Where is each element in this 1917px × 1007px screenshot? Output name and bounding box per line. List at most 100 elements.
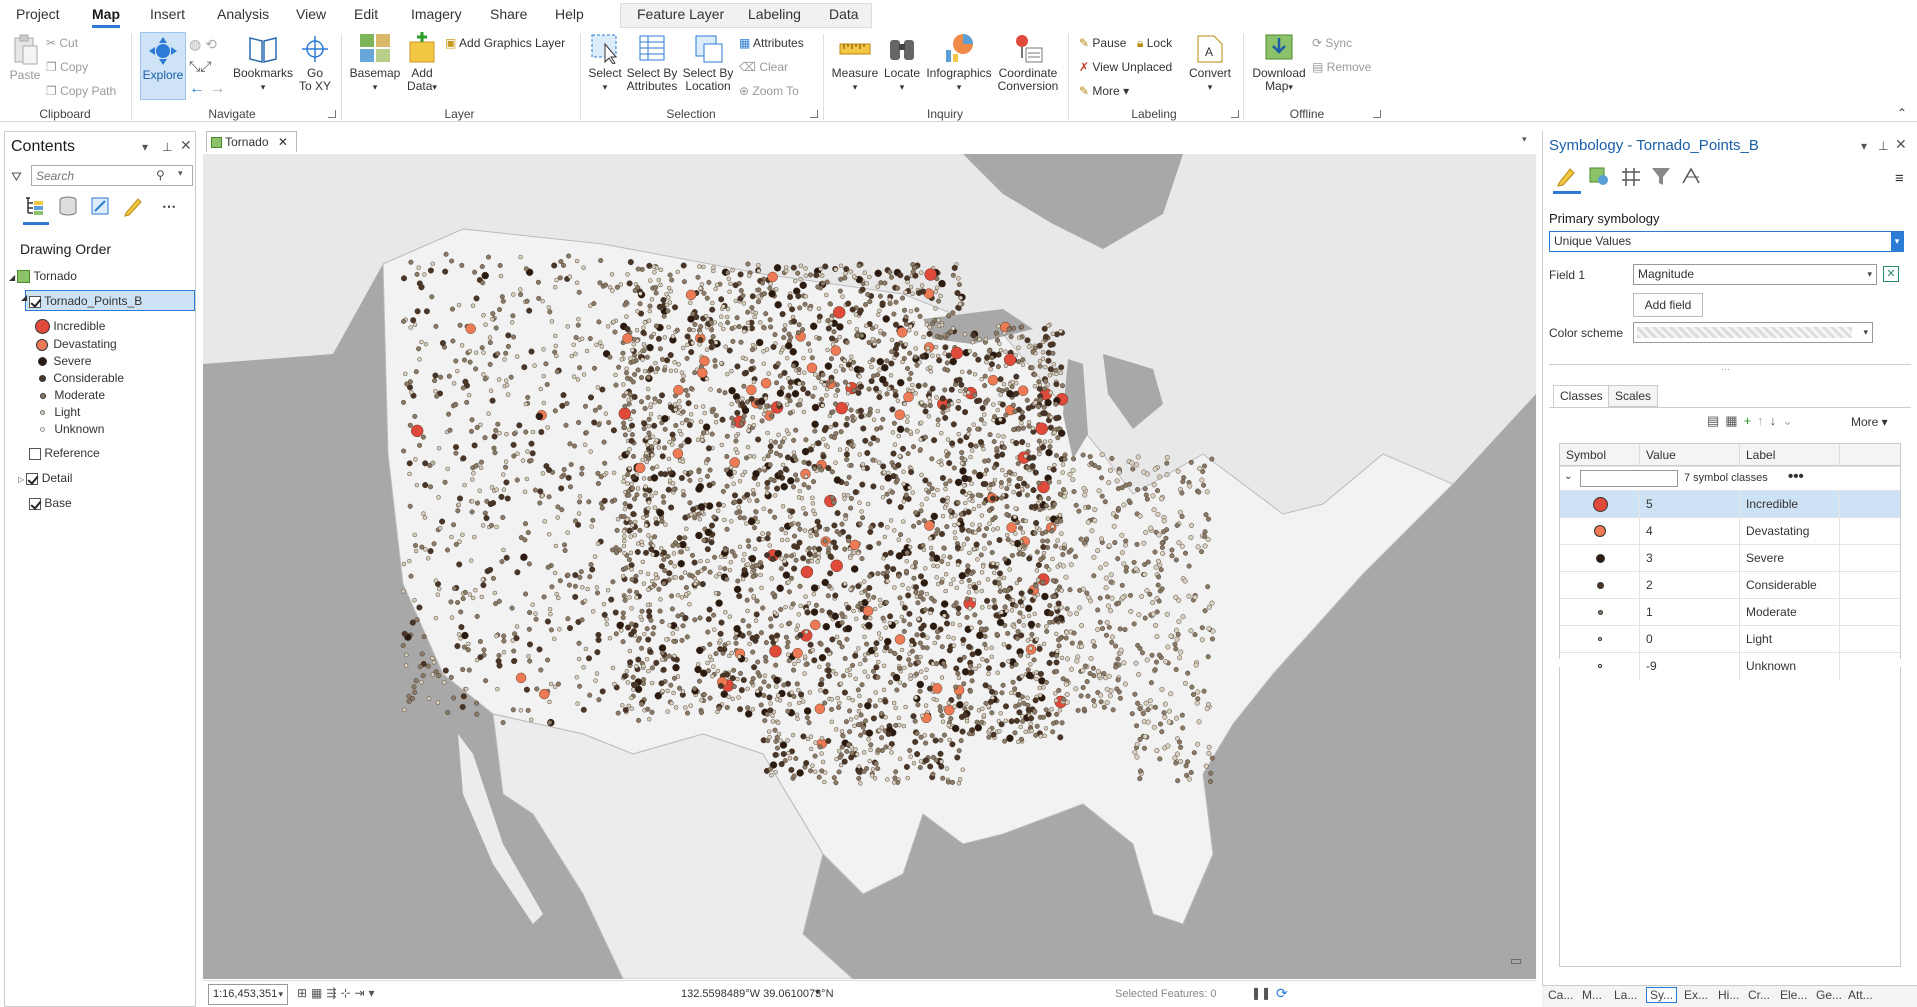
tab-map[interactable]: Map [92, 6, 120, 28]
group-row[interactable]: ⌄ 7 symbol classes ••• [1560, 466, 1900, 490]
vary-symbology-icon[interactable] [1587, 165, 1611, 187]
pause-drawing-icon[interactable]: ❚❚ [1251, 986, 1271, 1000]
tab-elevation[interactable]: Ele... [1780, 988, 1807, 1002]
value-cell[interactable]: 1 [1640, 599, 1740, 626]
symbol-cell[interactable] [1560, 572, 1640, 599]
label-cell[interactable]: Devastating [1740, 518, 1840, 545]
symbol-cell[interactable] [1560, 626, 1640, 653]
tab-modelbuilder[interactable]: M... [1582, 988, 1602, 1002]
add-data-button[interactable]: Add Data▾ [404, 32, 440, 94]
tab-imagery[interactable]: Imagery [411, 6, 462, 22]
class-symbol[interactable] [1594, 525, 1606, 537]
add-graphics-layer-button[interactable]: ▣ Add Graphics Layer [445, 36, 565, 50]
menu-icon[interactable]: ≡ [1895, 170, 1904, 187]
group-options-icon[interactable]: ••• [1788, 468, 1804, 485]
scale-dropdown[interactable]: 1:16,453,351 ▾ [208, 984, 288, 1005]
class-symbol[interactable] [1597, 609, 1603, 615]
search-options-icon[interactable]: ▾ [178, 168, 183, 179]
class-row[interactable]: 1 Moderate [1560, 598, 1900, 626]
label-cell[interactable]: Severe [1740, 545, 1840, 572]
navigate-launcher-icon[interactable] [328, 110, 336, 118]
map-tab[interactable]: Tornado ✕ [206, 131, 297, 152]
primary-symbology-dropdown[interactable]: Unique Values ▾ [1549, 231, 1904, 252]
color-scheme-dropdown[interactable]: ▾ [1633, 322, 1873, 343]
label-cell[interactable]: Considerable [1740, 572, 1840, 599]
pause-labeling-button[interactable]: ✎ Pause [1079, 36, 1126, 50]
download-map-button[interactable]: Download Map▾ [1250, 32, 1308, 94]
splitter-handle[interactable]: ⋯ [1721, 364, 1730, 375]
close-icon[interactable]: ✕ [180, 137, 192, 154]
remove-button[interactable]: ▤ Remove [1312, 60, 1371, 74]
offline-launcher-icon[interactable] [1373, 110, 1381, 118]
explore-button[interactable]: Explore [140, 32, 186, 100]
value-cell[interactable]: 5 [1640, 491, 1740, 518]
symbol-layer-drawing-icon[interactable] [1619, 165, 1643, 187]
infographics-button[interactable]: Infographics ▾ [925, 32, 993, 94]
copy-path-button[interactable]: ❐ Copy Path [46, 84, 116, 98]
group-heading-input[interactable] [1580, 470, 1678, 487]
tab-symbology[interactable]: Sy... [1646, 987, 1678, 1003]
basemap-button[interactable]: Basemap ▾ [349, 32, 401, 94]
tab-data[interactable]: Data [829, 6, 859, 22]
label-cell[interactable]: Moderate [1740, 599, 1840, 626]
label-cell[interactable]: Incredible [1740, 491, 1840, 518]
coordinate-conversion-button[interactable]: Coordinate Conversion [996, 32, 1060, 93]
more-options-icon[interactable]: ⋯ [162, 198, 176, 215]
layer-reference[interactable]: Reference [29, 446, 100, 460]
collapse-group-icon[interactable]: ⌄ [1564, 471, 1572, 482]
more-button[interactable]: More ▾ [1851, 415, 1888, 429]
label-cell[interactable]: Light [1740, 626, 1840, 653]
search-icon[interactable]: ⚲ [156, 168, 165, 182]
sql-expression-icon[interactable]: ✕ [1883, 266, 1899, 282]
coordinate-format-icon[interactable]: ▾ [815, 987, 820, 998]
tab-share[interactable]: Share [490, 6, 527, 22]
selection-view-icon[interactable] [89, 195, 111, 217]
class-row[interactable]: 4 Devastating [1560, 517, 1900, 545]
value-cell[interactable]: 3 [1640, 545, 1740, 572]
convert-button[interactable]: A Convert ▾ [1186, 32, 1234, 94]
select-by-location-button[interactable]: Select By Location [682, 32, 734, 93]
paste-button[interactable]: Paste [8, 34, 42, 82]
filter-icon[interactable]: ⛛ [11, 169, 22, 185]
layer-detail[interactable]: ▷ Detail [18, 471, 72, 485]
class-row[interactable]: 0 Light [1560, 625, 1900, 653]
pane-options-icon[interactable]: ▾ [142, 140, 148, 154]
filter-icon[interactable] [1649, 165, 1673, 187]
expand-layer-icon[interactable]: ◢ [21, 293, 27, 302]
zoom-to-selection-button[interactable]: ⊕ Zoom To [739, 84, 799, 98]
tab-geoprocessing[interactable]: Ge... [1816, 988, 1842, 1002]
map-tools-icons[interactable]: ⊞▦⇶⊹⇥▾ [297, 986, 379, 1000]
symbol-cell[interactable] [1560, 599, 1640, 626]
tab-help[interactable]: Help [555, 6, 584, 22]
field1-dropdown[interactable]: Magnitude ▾ [1633, 264, 1877, 285]
tab-analysis[interactable]: Analysis [217, 6, 269, 22]
tab-scales[interactable]: Scales [1608, 385, 1659, 407]
view-unplaced-button[interactable]: ✗ View Unplaced [1079, 60, 1172, 74]
class-row[interactable]: 5 Incredible [1560, 490, 1900, 518]
symbol-cell[interactable] [1560, 518, 1640, 545]
data-source-icon[interactable] [57, 195, 79, 217]
fixed-zoom-icon[interactable]: ⤡⤢ [189, 58, 211, 75]
tab-classes[interactable]: Classes [1553, 385, 1610, 407]
bookmarks-button[interactable]: Bookmarks ▾ [233, 34, 293, 94]
sync-button[interactable]: ⟳ Sync [1312, 36, 1352, 50]
tab-view[interactable]: View [296, 6, 326, 22]
tab-project[interactable]: Project [16, 6, 60, 22]
class-tools-icons[interactable]: ▤▦+↑↓⌄ [1707, 413, 1799, 429]
clear-selection-button[interactable]: ⌫ Clear [739, 60, 788, 74]
primary-symbology-icon[interactable] [1555, 165, 1579, 187]
layer-visibility-checkbox[interactable] [29, 295, 41, 308]
layer-visibility-checkbox[interactable] [26, 472, 39, 485]
select-by-attributes-button[interactable]: Select By Attributes [626, 32, 678, 93]
search-input[interactable] [32, 166, 152, 185]
next-extent-icon[interactable]: → [209, 80, 225, 97]
tab-labeling[interactable]: Labeling [748, 6, 801, 22]
layer-tornado-points[interactable]: Tornado_Points_B [25, 290, 195, 311]
layer-visibility-checkbox[interactable] [29, 497, 41, 510]
select-button[interactable]: Select ▾ [586, 32, 624, 94]
close-tab-icon[interactable]: ✕ [278, 135, 288, 149]
tab-feature-layer[interactable]: Feature Layer [637, 6, 724, 22]
class-symbol[interactable] [1596, 581, 1604, 589]
refresh-icon[interactable]: ⟳ [1276, 985, 1288, 1002]
column-value[interactable]: Value [1640, 444, 1740, 466]
